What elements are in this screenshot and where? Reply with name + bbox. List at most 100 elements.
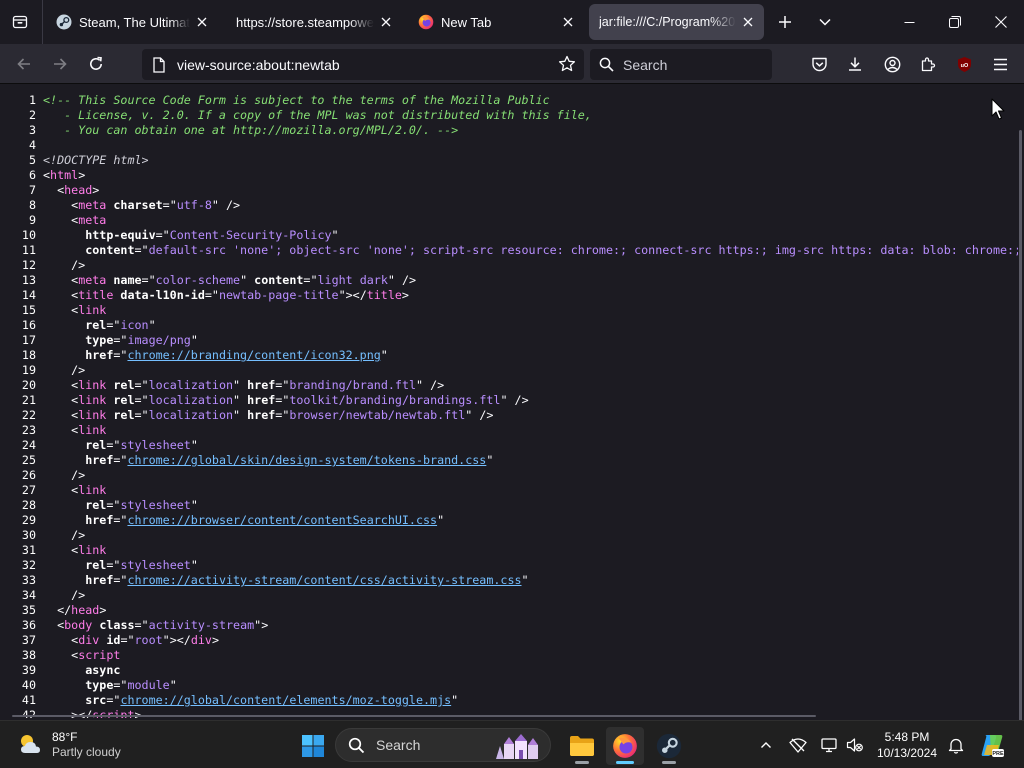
line-code: content="default-src 'none'; object-src …	[43, 243, 1018, 258]
line-number: 21	[21, 393, 36, 407]
source-link[interactable]: chrome://branding/content/icon32.png	[127, 348, 380, 362]
line-number: 8	[28, 198, 36, 212]
minimize-button[interactable]	[886, 0, 932, 44]
running-indicator	[662, 761, 676, 764]
source-token: ">	[254, 618, 269, 632]
ublock-origin-button[interactable]: uO	[950, 50, 978, 78]
downloads-button[interactable]	[841, 50, 869, 78]
source-link[interactable]: chrome://browser/content/contentSearchUI…	[127, 513, 437, 527]
weather-widget[interactable]: 88°F Partly cloudy	[16, 729, 121, 761]
source-token: <	[43, 273, 79, 287]
steam-taskbar-button[interactable]	[650, 727, 688, 765]
forward-button[interactable]	[46, 50, 74, 78]
new-tab-button[interactable]	[771, 8, 799, 36]
source-token: localization	[148, 393, 234, 407]
source-token: ="	[113, 513, 128, 527]
address-bar[interactable]: view-source:about:newtab	[142, 49, 584, 80]
source-token: " />	[416, 378, 445, 392]
page-icon	[153, 56, 165, 73]
tab-steam[interactable]: Steam, The Ultimate Online Game Platform	[46, 4, 218, 40]
source-link[interactable]: chrome://activity-stream/content/css/act…	[127, 573, 521, 587]
source-token: <	[43, 648, 79, 662]
firefox-view-button[interactable]	[6, 8, 34, 36]
app-menu-button[interactable]	[986, 50, 1014, 78]
source-token: content	[85, 243, 135, 257]
source-token: />	[43, 258, 86, 272]
line-number: 18	[21, 348, 36, 362]
firefox-icon	[613, 734, 637, 758]
source-token: activity-stream	[148, 618, 255, 632]
source-token: http-equiv	[85, 228, 156, 242]
scrollbar-thumb[interactable]	[12, 715, 816, 717]
source-link[interactable]: chrome://global/content/elements/moz-tog…	[120, 693, 451, 707]
firefox-taskbar-button[interactable]	[606, 727, 644, 765]
horizontal-scrollbar[interactable]	[0, 712, 1018, 718]
pocket-button[interactable]	[805, 50, 833, 78]
source-token: "	[486, 453, 494, 467]
source-token: type	[85, 333, 114, 347]
line-number: 40	[21, 678, 36, 692]
line-number: 25	[21, 453, 36, 467]
display-status[interactable]	[818, 733, 842, 757]
source-token: meta	[78, 273, 107, 287]
line-code: <body class="activity-stream">	[43, 618, 268, 633]
source-token: >	[78, 168, 86, 182]
source-token: rel	[85, 438, 107, 452]
search-input[interactable]	[623, 56, 763, 73]
source-token: stylesheet	[120, 498, 191, 512]
close-tab-icon[interactable]	[194, 14, 210, 30]
close-tab-icon[interactable]	[560, 14, 576, 30]
source-token	[43, 348, 85, 362]
copilot-icon: PRE	[981, 735, 1004, 757]
file-explorer-button[interactable]	[563, 727, 601, 765]
source-token: href	[85, 573, 114, 587]
show-hidden-icons-button[interactable]	[754, 733, 778, 757]
source-token: color-scheme	[155, 273, 241, 287]
start-button[interactable]	[294, 727, 332, 765]
source-token: href	[247, 378, 276, 392]
monitor-icon	[821, 738, 837, 753]
line-number: 20	[21, 378, 36, 392]
close-window-button[interactable]	[978, 0, 1024, 44]
copilot-button[interactable]: PRE	[978, 730, 1006, 760]
source-token: newtab-page-title	[218, 288, 339, 302]
url-text[interactable]: view-source:about:newtab	[177, 57, 340, 73]
vertical-scrollbar[interactable]	[1018, 85, 1024, 730]
restore-button[interactable]	[932, 0, 978, 44]
tab-new-tab[interactable]: New Tab	[408, 4, 584, 40]
taskbar-search-box[interactable]: Search	[335, 728, 551, 762]
source-token: " />	[500, 393, 529, 407]
source-token: ="	[275, 393, 290, 407]
account-button[interactable]	[878, 50, 906, 78]
line-number: 4	[28, 138, 36, 152]
windows-taskbar: 88°F Partly cloudy Search 5:48 PM 10/13/…	[0, 720, 1024, 768]
line-code: <meta	[43, 213, 106, 228]
line-code: type="module"	[43, 678, 177, 693]
wifi-disconnected-icon	[789, 738, 807, 753]
source-token	[43, 693, 85, 707]
close-tab-icon[interactable]	[740, 14, 756, 30]
source-token: " />	[387, 273, 417, 287]
bookmark-star-icon[interactable]	[558, 55, 576, 73]
source-token: rel	[85, 318, 107, 332]
line-code: <link rel="localization" href="branding/…	[43, 378, 444, 393]
line-code: rel="stylesheet"	[43, 558, 198, 573]
search-bar[interactable]	[590, 49, 772, 80]
notifications-button[interactable]	[944, 733, 968, 757]
source-token: browser/newtab/newtab.ftl	[289, 408, 466, 422]
close-tab-icon[interactable]	[378, 14, 394, 30]
reload-button[interactable]	[82, 50, 110, 78]
scrollbar-thumb[interactable]	[1019, 130, 1022, 730]
source-link[interactable]: chrome://global/skin/design-system/token…	[127, 453, 486, 467]
tab-view-source[interactable]: jar:file:///C:/Program%20Files/Mozilla%2…	[589, 4, 764, 40]
line-number: 39	[21, 663, 36, 677]
list-all-tabs-button[interactable]	[811, 8, 839, 36]
extensions-button[interactable]	[914, 50, 942, 78]
firefox-view-icon	[12, 15, 28, 29]
back-button[interactable]	[10, 50, 38, 78]
network-status[interactable]	[786, 733, 810, 757]
tab-steam-store[interactable]: https://store.steampowered.com	[226, 4, 402, 40]
volume-status[interactable]	[843, 733, 867, 757]
source-token: ="	[113, 678, 128, 692]
system-clock[interactable]: 5:48 PM 10/13/2024	[872, 729, 942, 761]
